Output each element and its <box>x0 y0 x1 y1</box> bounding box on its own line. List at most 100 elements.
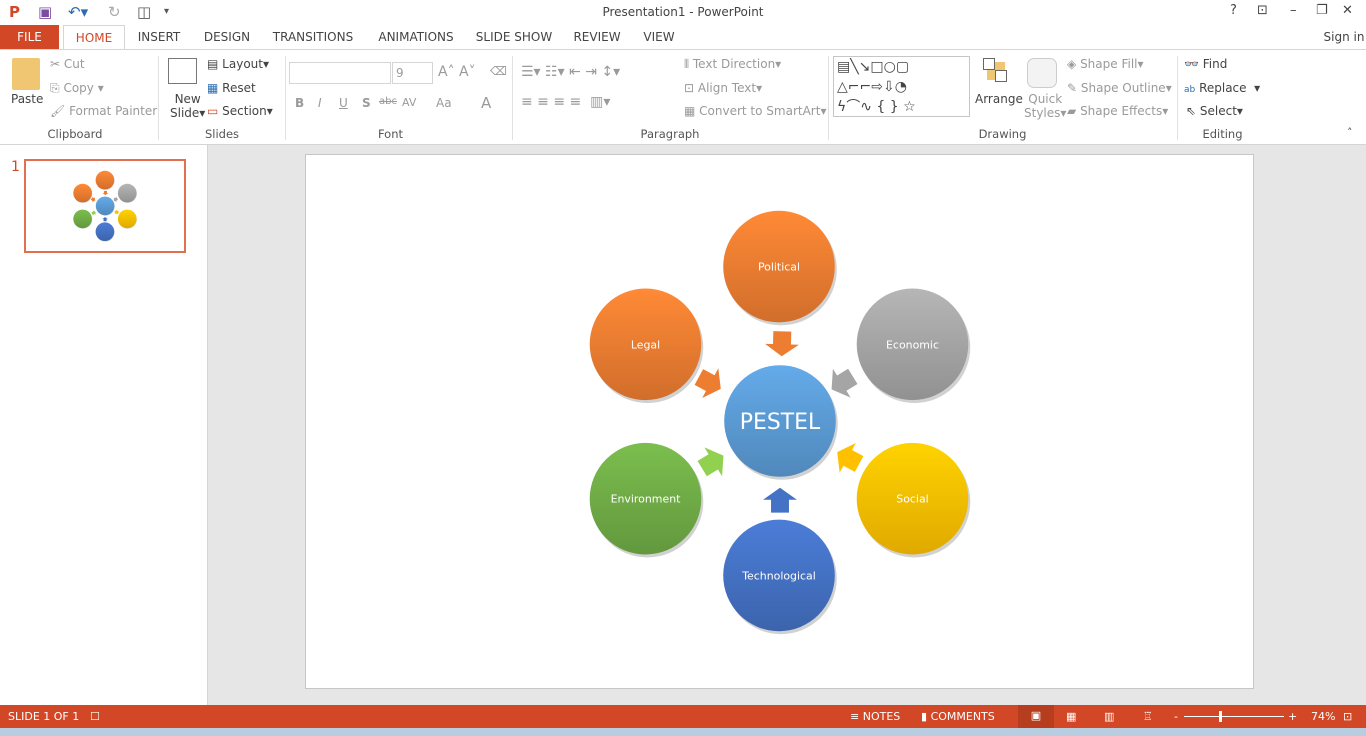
bold-button[interactable]: B <box>295 96 304 110</box>
strikethrough-button[interactable]: abc <box>379 96 397 107</box>
group-label-font: Font <box>377 127 404 141</box>
sign-in-link[interactable]: Sign in <box>1322 25 1366 49</box>
reset-icon: ▦ <box>207 81 219 95</box>
tab-view[interactable]: VIEW <box>637 25 681 49</box>
arrange-button[interactable]: Arrange <box>975 92 1023 106</box>
arrow-political <box>765 331 799 357</box>
shadow-button[interactable]: S <box>362 96 371 110</box>
align-text-label: Align Text <box>697 81 757 95</box>
shape-effects-label: Shape Effects <box>1080 104 1163 118</box>
shape-effects-icon: ▰ <box>1067 104 1077 118</box>
restore-icon[interactable]: ❐ <box>1316 3 1328 18</box>
quick-styles-label: Quick <box>1028 92 1063 106</box>
copy-button[interactable]: ⎘ Copy ▾ <box>50 81 104 96</box>
brush-icon: 🖌 <box>50 104 66 118</box>
tab-review[interactable]: REVIEW <box>568 25 626 49</box>
shapes-gallery[interactable]: ▤╲↘□○▢ △⌐⌐⇨⇩◔ ϟ⌒∿ { } ☆ <box>833 56 970 117</box>
tab-home[interactable]: HOME <box>63 25 125 50</box>
pestel-diagram: Political Economic Social Technological Envi… <box>589 210 971 635</box>
slide-thumbnail-1[interactable] <box>24 159 186 253</box>
font-size-input[interactable]: 9 <box>392 62 433 84</box>
zoom-slider[interactable] <box>1184 716 1284 717</box>
arrow-social <box>837 442 864 473</box>
font-name-input[interactable] <box>289 62 391 84</box>
reset-button[interactable]: ▦ Reset <box>207 81 256 95</box>
normal-view-icon[interactable]: ▣ <box>1018 705 1054 728</box>
cut-button[interactable]: ✂ Cut <box>50 57 85 71</box>
tab-slide-show[interactable]: SLIDE SHOW <box>473 25 555 49</box>
underline-button[interactable]: U <box>339 96 348 110</box>
arrow-technological <box>763 487 797 513</box>
paste-icon[interactable] <box>12 58 40 90</box>
slide-canvas[interactable]: Political Economic Social Technological Envi… <box>305 154 1254 689</box>
paste-button[interactable]: Paste <box>11 92 43 106</box>
new-slide-label: New <box>174 92 201 106</box>
tab-animations[interactable]: ANIMATIONS <box>371 25 461 49</box>
binoculars-icon: 👓 <box>1184 57 1199 71</box>
bullets-icon[interactable]: ☰▾ ☷▾ ⇤ ⇥ ↕▾ <box>521 64 620 80</box>
new-slide-icon[interactable] <box>168 58 197 84</box>
shape-effects-button[interactable]: ▰ Shape Effects▾ <box>1067 104 1168 118</box>
text-direction-button[interactable]: ⫴ Text Direction▾ <box>684 57 781 72</box>
replace-button[interactable]: ab Replace ▾ <box>1184 81 1260 95</box>
tab-insert[interactable]: INSERT <box>131 25 187 49</box>
grow-font-icon[interactable]: A˄ A˅ <box>438 64 476 80</box>
arrow-social <box>114 209 120 215</box>
node-label: Economic <box>886 338 939 351</box>
help-button[interactable]: ? <box>1230 3 1237 18</box>
tab-design[interactable]: DESIGN <box>197 25 257 49</box>
align-icons[interactable]: ≡ ≡ ≡ ≡ ▥▾ <box>521 94 610 110</box>
text-direction-label: Text Direction <box>692 57 776 71</box>
divider <box>1177 56 1178 140</box>
character-spacing-button[interactable]: AV <box>402 96 416 109</box>
comments-button[interactable]: ▮ COMMENTS <box>921 710 995 723</box>
format-painter-button[interactable]: 🖌 Format Painter <box>50 104 157 118</box>
align-text-button[interactable]: ⊡ Align Text▾ <box>684 81 762 95</box>
quick-styles-label-2: Styles <box>1024 106 1061 120</box>
shape-outline-button[interactable]: ✎ Shape Outline▾ <box>1067 81 1172 95</box>
layout-label: Layout <box>222 57 263 71</box>
notes-button[interactable]: ≡ NOTES <box>850 710 900 723</box>
clear-formatting-icon[interactable]: ⌫ <box>490 64 507 78</box>
minimize-icon[interactable]: – <box>1290 3 1297 18</box>
group-label-paragraph: Paragraph <box>640 127 700 141</box>
replace-icon: ab <box>1184 85 1196 95</box>
close-icon[interactable]: ✕ <box>1342 3 1353 18</box>
layout-button[interactable]: ▤ Layout▾ <box>207 57 269 71</box>
select-label: Select <box>1199 104 1237 118</box>
quick-styles-icon[interactable] <box>1027 58 1057 88</box>
divider <box>512 56 513 140</box>
group-label-clipboard: Clipboard <box>47 127 103 141</box>
find-button[interactable]: 👓 Find <box>1184 57 1227 71</box>
zoom-level[interactable]: 74% <box>1311 710 1335 723</box>
smartart-button[interactable]: ▦ Convert to SmartArt▾ <box>684 104 826 118</box>
zoom-in-button[interactable]: + <box>1288 710 1297 723</box>
zoom-out-button[interactable]: - <box>1174 710 1178 723</box>
ribbon-display-icon[interactable]: ⊡ <box>1257 3 1268 18</box>
zoom-slider-thumb[interactable] <box>1219 711 1222 722</box>
new-slide-button[interactable]: New Slide▾ <box>170 92 205 120</box>
tab-file[interactable]: FILE <box>0 25 59 49</box>
scissors-icon: ✂ <box>50 57 61 71</box>
tab-transitions[interactable]: TRANSITIONS <box>268 25 358 49</box>
quick-styles-button[interactable]: Quick Styles▾ <box>1024 92 1066 120</box>
slideshow-icon[interactable]: ♖ <box>1143 710 1153 723</box>
copy-label: Copy <box>63 81 94 95</box>
shape-fill-button[interactable]: ◈ Shape Fill▾ <box>1067 57 1144 71</box>
cut-label: Cut <box>63 57 85 71</box>
section-button[interactable]: ▭ Section▾ <box>207 104 273 118</box>
italic-button[interactable]: I <box>318 96 322 110</box>
reset-label: Reset <box>222 81 256 95</box>
change-case-button[interactable]: Aa <box>436 96 452 110</box>
reading-view-icon[interactable]: ▥ <box>1104 710 1114 723</box>
collapse-ribbon-icon[interactable]: ˄ <box>1347 126 1353 139</box>
arrange-icon[interactable] <box>983 58 1009 84</box>
font-color-button[interactable]: A <box>481 94 491 112</box>
slide-indicator: SLIDE 1 OF 1 <box>8 710 80 723</box>
text-direction-icon: ⫴ <box>684 57 690 71</box>
select-button[interactable]: ⇖ Select▾ <box>1186 104 1243 118</box>
slide-sorter-icon[interactable]: ▦ <box>1066 710 1076 723</box>
copy-icon: ⎘ <box>50 81 60 95</box>
fit-slide-icon[interactable]: ⊡ <box>1343 710 1352 723</box>
spell-check-icon[interactable]: ☐ <box>90 710 100 723</box>
